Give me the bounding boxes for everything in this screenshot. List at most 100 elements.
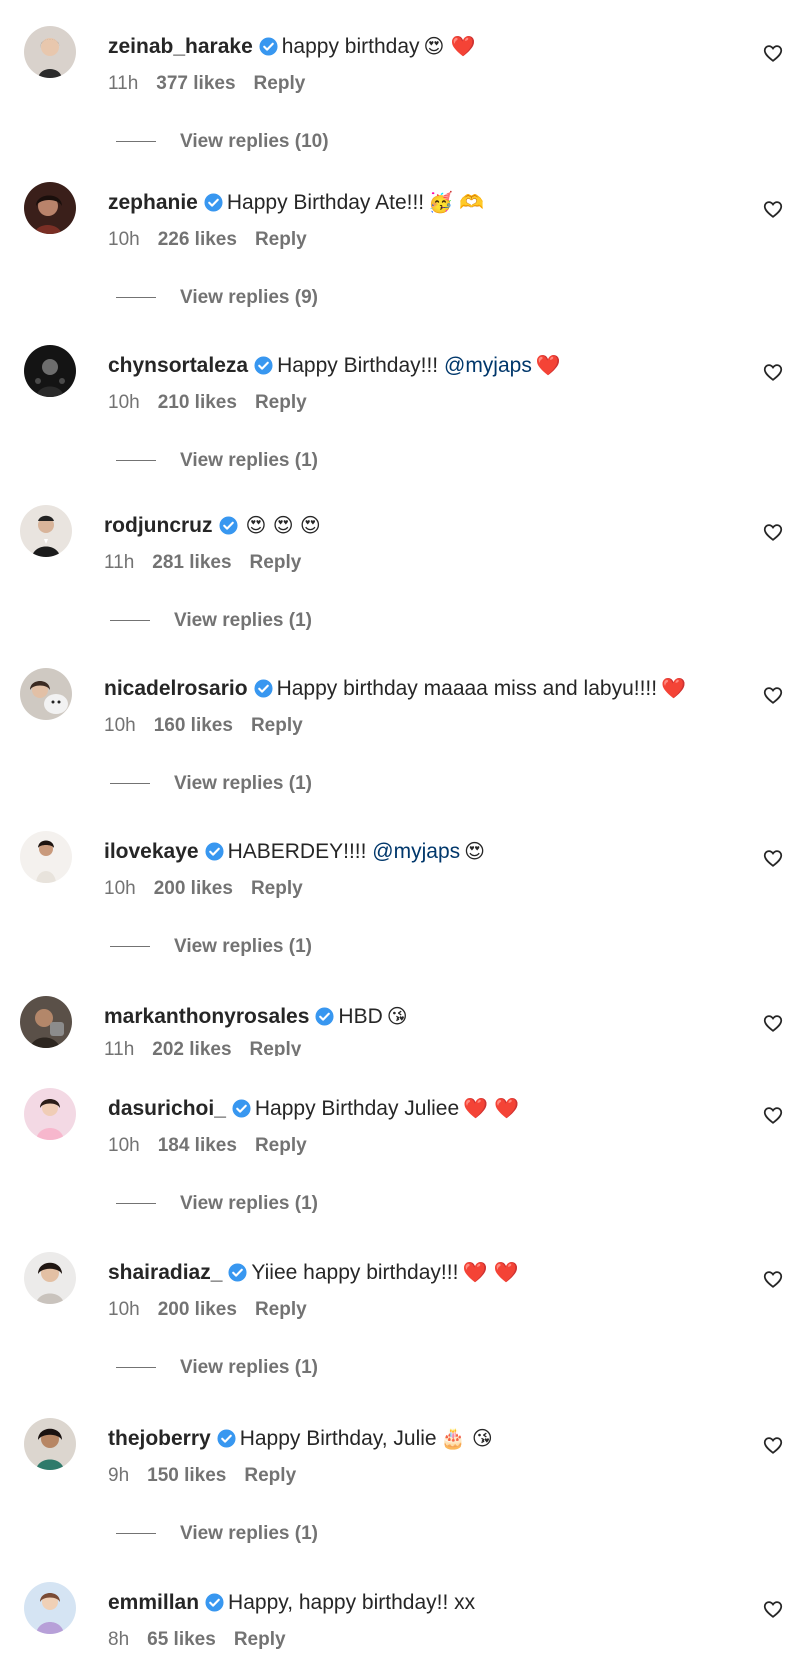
- comment-body: chynsortaleza Happy Birthday!!! @myjaps ❤️: [108, 351, 561, 380]
- reply-button[interactable]: Reply: [244, 1465, 296, 1486]
- comment-emoji: 🥳 🫶: [428, 190, 485, 214]
- like-heart-icon[interactable]: [762, 1012, 784, 1034]
- reply-button[interactable]: Reply: [250, 552, 302, 573]
- view-replies-button[interactable]: View replies (1): [110, 609, 312, 633]
- avatar-image: [24, 345, 76, 397]
- username-link[interactable]: dasurichoi_: [108, 1097, 226, 1120]
- comment-emoji: ❤️ ❤️: [462, 1260, 519, 1284]
- comment-text: Yiiee happy birthday!!!: [251, 1261, 459, 1284]
- comment-meta: 10h 160 likes Reply: [104, 714, 321, 738]
- comment-text: Happy birthday maaaa miss and labyu!!!!: [276, 677, 658, 700]
- avatar-image: [20, 996, 72, 1048]
- likes-count[interactable]: 210 likes: [158, 392, 237, 413]
- username-link[interactable]: rodjuncruz: [104, 514, 213, 537]
- likes-count[interactable]: 160 likes: [154, 715, 233, 736]
- like-heart-icon[interactable]: [762, 1104, 784, 1126]
- likes-count[interactable]: 65 likes: [147, 1629, 216, 1650]
- like-heart-icon[interactable]: [762, 361, 784, 383]
- comment-emoji: ❤️ ❤️: [463, 1096, 520, 1120]
- username-link[interactable]: markanthonyrosales: [104, 1005, 309, 1028]
- mention-link[interactable]: @myjaps: [444, 354, 532, 377]
- verified-badge-icon: [315, 1007, 334, 1026]
- comment-time: 11h: [104, 1039, 135, 1056]
- likes-count[interactable]: 184 likes: [158, 1135, 237, 1156]
- reply-button[interactable]: Reply: [234, 1629, 286, 1650]
- comment-body: markanthonyrosales HBD 😘: [104, 1002, 408, 1031]
- reply-button[interactable]: Reply: [251, 715, 303, 736]
- comment-meta: 11h 377 likes Reply: [108, 72, 323, 96]
- verified-badge-icon: [228, 1263, 247, 1282]
- view-replies-button[interactable]: View replies (9): [116, 286, 318, 310]
- avatar[interactable]: [24, 26, 76, 78]
- view-replies-label: View replies (1): [174, 610, 312, 631]
- comments-list: zeinab_harake happy birthday 😍 ❤️ 11h 377 l…: [0, 0, 800, 1676]
- comment-text: HBD: [338, 1005, 383, 1028]
- like-heart-icon[interactable]: [762, 847, 784, 869]
- view-replies-button[interactable]: View replies (1): [110, 772, 312, 796]
- comment-time: 10h: [108, 1135, 140, 1156]
- username-link[interactable]: chynsortaleza: [108, 354, 248, 377]
- view-replies-button[interactable]: View replies (1): [116, 449, 318, 473]
- username-link[interactable]: emmillan: [108, 1591, 199, 1614]
- likes-count[interactable]: 281 likes: [152, 552, 231, 573]
- mention-link[interactable]: @myjaps: [372, 840, 460, 863]
- view-replies-label: View replies (1): [174, 773, 312, 794]
- username-link[interactable]: zephanie: [108, 191, 198, 214]
- avatar-image: [20, 831, 72, 883]
- verified-badge-icon: [217, 1429, 236, 1448]
- username-link[interactable]: thejoberry: [108, 1427, 211, 1450]
- comment-text: Happy Birthday!!!: [277, 354, 439, 377]
- like-heart-icon[interactable]: [762, 1434, 784, 1456]
- comment-meta: 11h 202 likes Reply: [104, 1038, 319, 1056]
- reply-button[interactable]: Reply: [254, 73, 306, 94]
- replies-rule: [110, 620, 150, 622]
- avatar[interactable]: [24, 1418, 76, 1470]
- view-replies-button[interactable]: View replies (1): [116, 1192, 318, 1216]
- comment-body: rodjuncruz 😍 😍 😍: [104, 511, 321, 540]
- username-link[interactable]: shairadiaz_: [108, 1261, 222, 1284]
- view-replies-label: View replies (1): [180, 1523, 318, 1544]
- like-heart-icon[interactable]: [762, 521, 784, 543]
- reply-button[interactable]: Reply: [255, 1135, 307, 1156]
- like-heart-icon[interactable]: [762, 42, 784, 64]
- likes-count[interactable]: 150 likes: [147, 1465, 226, 1486]
- likes-count[interactable]: 377 likes: [156, 73, 235, 94]
- like-heart-icon[interactable]: [762, 198, 784, 220]
- avatar[interactable]: [24, 345, 76, 397]
- comment-meta: 11h 281 likes Reply: [104, 551, 319, 575]
- comment-text: Happy Birthday, Julie: [239, 1427, 437, 1450]
- avatar[interactable]: [20, 996, 72, 1048]
- likes-count[interactable]: 202 likes: [152, 1039, 231, 1056]
- reply-button[interactable]: Reply: [250, 1039, 302, 1056]
- avatar[interactable]: [24, 1088, 76, 1140]
- like-heart-icon[interactable]: [762, 1598, 784, 1620]
- avatar[interactable]: [24, 1582, 76, 1634]
- replies-rule: [116, 141, 156, 143]
- verified-badge-icon: [254, 679, 273, 698]
- comment-emoji: ❤️: [535, 353, 561, 377]
- comment-time: 9h: [108, 1465, 130, 1486]
- reply-button[interactable]: Reply: [251, 878, 303, 899]
- avatar[interactable]: [20, 831, 72, 883]
- view-replies-button[interactable]: View replies (1): [116, 1522, 318, 1546]
- likes-count[interactable]: 200 likes: [158, 1299, 237, 1320]
- comment-text: Happy Birthday Ate!!!: [226, 191, 425, 214]
- like-heart-icon[interactable]: [762, 1268, 784, 1290]
- username-link[interactable]: nicadelrosario: [104, 677, 248, 700]
- avatar[interactable]: [20, 505, 72, 557]
- username-link[interactable]: ilovekaye: [104, 840, 199, 863]
- view-replies-button[interactable]: View replies (10): [116, 130, 329, 154]
- reply-button[interactable]: Reply: [255, 229, 307, 250]
- avatar[interactable]: [24, 182, 76, 234]
- avatar[interactable]: [20, 668, 72, 720]
- username-link[interactable]: zeinab_harake: [108, 35, 253, 58]
- reply-button[interactable]: Reply: [255, 392, 307, 413]
- avatar[interactable]: [24, 1252, 76, 1304]
- likes-count[interactable]: 226 likes: [158, 229, 237, 250]
- likes-count[interactable]: 200 likes: [154, 878, 233, 899]
- reply-button[interactable]: Reply: [255, 1299, 307, 1320]
- view-replies-button[interactable]: View replies (1): [116, 1356, 318, 1380]
- like-heart-icon[interactable]: [762, 684, 784, 706]
- view-replies-button[interactable]: View replies (1): [110, 935, 312, 959]
- view-replies-label: View replies (1): [180, 1193, 318, 1214]
